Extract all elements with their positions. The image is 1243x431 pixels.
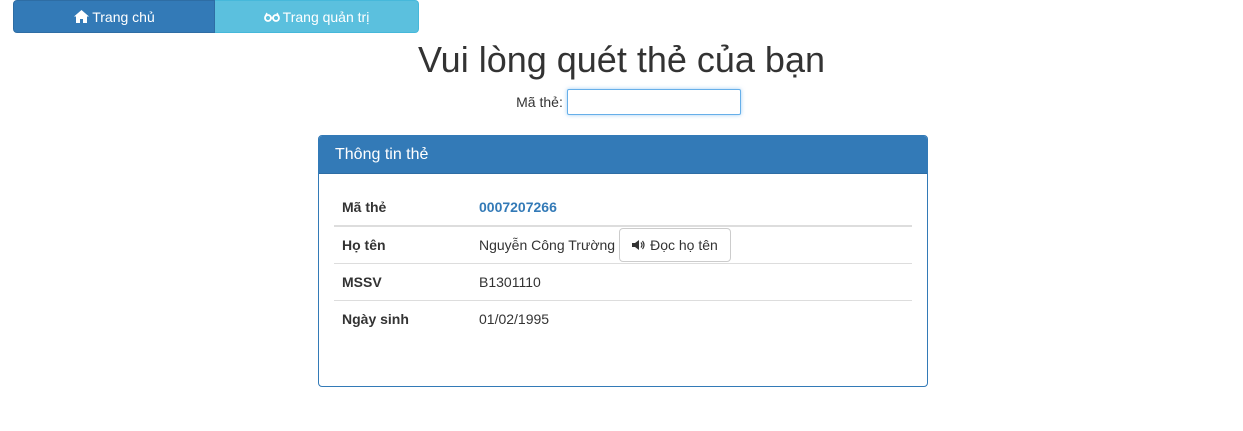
admin-button-label: Trang quản trị: [282, 8, 370, 25]
card-id-value-cell: 0007207266: [471, 189, 912, 227]
read-name-button[interactable]: Đọc họ tên: [619, 228, 731, 262]
scan-form: Mã thẻ:: [0, 89, 1243, 115]
card-id-label: Mã thẻ:: [516, 94, 563, 110]
table-row: Mã thẻ 0007207266: [334, 189, 912, 227]
read-name-button-label: Đọc họ tên: [650, 237, 718, 253]
student-id-key: MSSV: [334, 263, 471, 301]
table-row: Họ tên Nguyễn Công Trường Đọc họ tên: [334, 225, 912, 264]
home-button[interactable]: Trang chủ: [13, 0, 215, 33]
birth-date-key: Ngày sinh: [334, 300, 471, 337]
student-id-value: B1301110: [471, 263, 912, 301]
name-cell: Nguyễn Công Trường Đọc họ tên: [479, 228, 904, 262]
admin-button[interactable]: Trang quản trị: [215, 0, 419, 33]
page-title: Vui lòng quét thẻ của bạn: [418, 39, 825, 80]
home-button-label: Trang chủ: [92, 8, 155, 25]
card-id-key: Mã thẻ: [334, 189, 471, 227]
panel-body: Mã thẻ 0007207266 Họ tên Nguyễn Công Trư…: [319, 174, 927, 352]
full-name-value-cell: Nguyễn Công Trường Đọc họ tên: [471, 225, 912, 264]
full-name-key: Họ tên: [334, 225, 471, 264]
top-nav: Trang chủ Trang quản trị: [13, 0, 419, 33]
full-name-value: Nguyễn Công Trường: [479, 237, 616, 253]
card-info-table: Mã thẻ 0007207266 Họ tên Nguyễn Công Trư…: [334, 189, 912, 337]
card-info-panel: Thông tin thẻ Mã thẻ 0007207266 Họ tên N…: [318, 135, 928, 387]
volume-icon: [632, 239, 648, 251]
table-row: Ngày sinh 01/02/1995: [334, 300, 912, 337]
table-row: MSSV B1301110: [334, 263, 912, 301]
card-id-value: 0007207266: [479, 199, 557, 215]
glasses-icon: [263, 10, 280, 24]
birth-date-value: 01/02/1995: [471, 300, 912, 337]
panel-heading: Thông tin thẻ: [319, 136, 927, 174]
card-id-input[interactable]: [566, 89, 741, 115]
home-icon: [73, 10, 89, 24]
